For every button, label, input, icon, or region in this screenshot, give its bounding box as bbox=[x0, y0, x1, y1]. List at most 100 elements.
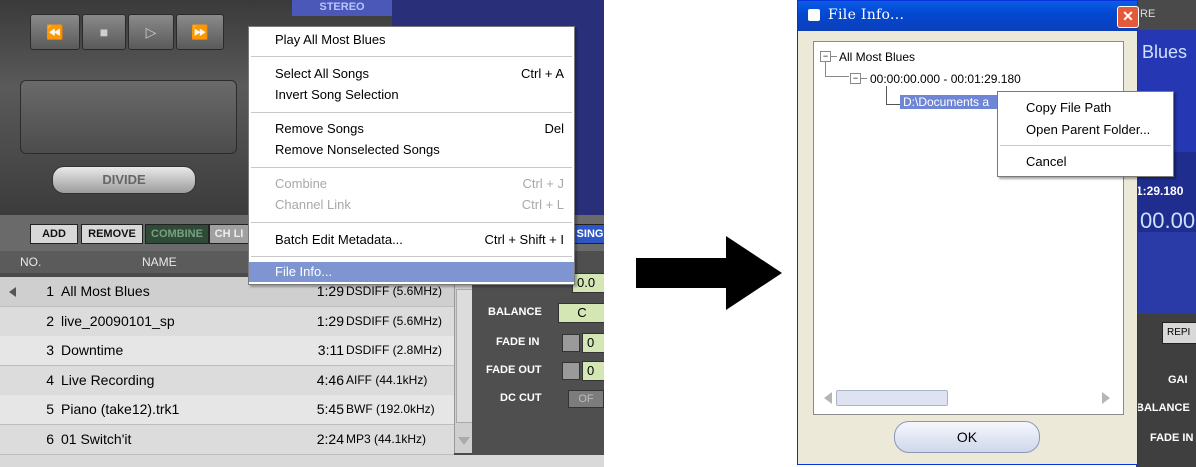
cell-no: 2 bbox=[46, 312, 54, 329]
bg-re-label: RE bbox=[1140, 8, 1156, 20]
hscroll-thumb[interactable] bbox=[836, 390, 948, 406]
status-bar bbox=[0, 455, 604, 467]
tree-path-label[interactable]: D:\Documents a bbox=[900, 95, 1006, 109]
app-icon bbox=[808, 9, 820, 21]
table-row[interactable]: 4 Live Recording 4:46 AIFF (44.1kHz) bbox=[0, 365, 454, 396]
menu-separator bbox=[251, 167, 572, 168]
cell-format: AIFF (44.1kHz) bbox=[346, 372, 428, 387]
menu-item-label: File Info... bbox=[275, 264, 333, 279]
cell-name: live_20090101_sp bbox=[61, 312, 175, 329]
table-row[interactable]: 3 Downtime 3:11 DSDIFF (2.8MHz) bbox=[0, 336, 454, 366]
fadeout-toggle[interactable] bbox=[562, 362, 580, 380]
balance-value[interactable]: C bbox=[558, 303, 604, 323]
combine-button[interactable]: COMBINE bbox=[145, 224, 209, 244]
scroll-right-icon[interactable] bbox=[1102, 392, 1110, 404]
background-player: RE Blues 1:29.180 00.00 REPI GAI BALANCE… bbox=[1136, 0, 1196, 467]
menu-copy-file-path[interactable]: Copy File Path bbox=[1026, 98, 1111, 118]
menu-combine[interactable]: Combine Ctrl + J bbox=[275, 174, 566, 194]
menu-remove-nonselected[interactable]: Remove Nonselected Songs bbox=[275, 140, 566, 160]
divide-button[interactable]: DIVIDE bbox=[52, 166, 196, 194]
cell-name: Piano (take12).trk1 bbox=[61, 401, 180, 417]
cell-name: Downtime bbox=[61, 342, 124, 358]
cell-no: 4 bbox=[46, 371, 54, 388]
menu-separator bbox=[251, 222, 572, 223]
add-button[interactable]: ADD bbox=[30, 224, 78, 244]
bg-title: Blues bbox=[1142, 42, 1188, 62]
playlist-scrollbar[interactable] bbox=[454, 273, 473, 453]
table-row[interactable]: 6 01 Switch'it 2:24 MP3 (44.1kHz) bbox=[0, 424, 454, 455]
file-info-dialog: File Info... ✕ − All Most Blues − 00:00:… bbox=[797, 0, 1139, 465]
menu-shortcut: Ctrl + J bbox=[522, 176, 564, 191]
cell-no: 1 bbox=[46, 283, 54, 299]
fast-forward-button[interactable]: ⏩ bbox=[176, 14, 224, 50]
channel-link-button[interactable]: CH LI bbox=[209, 224, 249, 244]
dccut-label: DC CUT bbox=[500, 392, 542, 404]
fadeout-value[interactable]: 0 bbox=[582, 361, 604, 381]
dccut-toggle[interactable]: OF bbox=[568, 390, 604, 408]
menu-shortcut: Ctrl + A bbox=[521, 66, 564, 81]
menu-play-all[interactable]: Play All Most Blues bbox=[275, 30, 566, 50]
dialog-titlebar[interactable]: File Info... ✕ bbox=[798, 1, 1139, 31]
cell-name: 01 Switch'it bbox=[61, 430, 132, 447]
menu-select-all[interactable]: Select All Songs Ctrl + A bbox=[275, 64, 566, 84]
menu-shortcut: Del bbox=[544, 121, 564, 136]
play-button[interactable]: ▷ bbox=[128, 14, 174, 50]
rewind-button[interactable]: ⏪ bbox=[30, 14, 80, 50]
menu-item-label: Channel Link bbox=[275, 197, 351, 212]
bg-time1: 1:29.180 bbox=[1136, 184, 1184, 198]
remove-button[interactable]: REMOVE bbox=[81, 224, 143, 244]
menu-remove-songs[interactable]: Remove Songs Del bbox=[275, 119, 566, 139]
right-arrow-icon bbox=[636, 236, 782, 310]
tree-root-label[interactable]: All Most Blues bbox=[839, 50, 915, 64]
player-window: ⏪ ■ ▷ ⏩ DIVIDE STEREO ADD REMOVE COMBINE… bbox=[0, 0, 604, 467]
fadein-value[interactable]: 0 bbox=[582, 333, 604, 353]
menu-separator bbox=[251, 112, 572, 113]
column-name: NAME bbox=[142, 255, 177, 269]
menu-separator bbox=[251, 56, 572, 57]
menu-invert-selection[interactable]: Invert Song Selection bbox=[275, 85, 566, 105]
cell-no: 6 bbox=[46, 430, 54, 447]
bg-repeat-button[interactable]: REPI bbox=[1162, 322, 1196, 344]
menu-item-label: Play All Most Blues bbox=[275, 32, 386, 47]
menu-item-label: Invert Song Selection bbox=[275, 87, 399, 102]
collapse-icon[interactable]: − bbox=[820, 51, 831, 62]
menu-open-parent-folder[interactable]: Open Parent Folder... bbox=[1026, 120, 1150, 140]
scroll-left-icon[interactable] bbox=[824, 392, 832, 404]
scroll-thumb[interactable] bbox=[456, 289, 473, 423]
menu-channel-link[interactable]: Channel Link Ctrl + L bbox=[275, 195, 566, 215]
cell-format: BWF (192.0kHz) bbox=[346, 402, 435, 416]
fadeout-label: FADE OUT bbox=[486, 364, 542, 376]
file-path-context-menu: Copy File Path Open Parent Folder... Can… bbox=[997, 91, 1174, 177]
tree-range-label[interactable]: 00:00:00.000 - 00:01:29.180 bbox=[870, 72, 1021, 86]
menu-cancel[interactable]: Cancel bbox=[1026, 152, 1066, 172]
table-row[interactable]: 5 Piano (take12).trk1 5:45 BWF (192.0kHz) bbox=[0, 395, 454, 425]
cell-time: 4:46 bbox=[316, 371, 344, 388]
menu-item-label: Remove Nonselected Songs bbox=[275, 142, 440, 157]
menu-item-label: Batch Edit Metadata... bbox=[275, 232, 403, 247]
cell-format: DSDIFF (2.8MHz) bbox=[346, 343, 442, 357]
menu-separator bbox=[1000, 145, 1171, 146]
cell-format: MP3 (44.1kHz) bbox=[346, 431, 427, 446]
menu-item-label: Remove Songs bbox=[275, 121, 364, 136]
fadein-label: FADE IN bbox=[496, 336, 540, 348]
single-button[interactable]: SING bbox=[574, 224, 604, 244]
close-icon[interactable]: ✕ bbox=[1117, 6, 1139, 28]
collapse-icon[interactable]: − bbox=[850, 73, 861, 84]
playlist-context-menu: Play All Most Blues Select All Songs Ctrl… bbox=[248, 26, 575, 285]
cell-no: 5 bbox=[46, 401, 54, 417]
menu-batch-edit[interactable]: Batch Edit Metadata... Ctrl + Shift + I bbox=[275, 230, 566, 250]
jog-wheel[interactable] bbox=[20, 80, 237, 154]
menu-item-label: Select All Songs bbox=[275, 66, 369, 81]
fadein-toggle[interactable] bbox=[562, 334, 580, 352]
table-row[interactable]: 2 live_20090101_sp 1:29 DSDIFF (5.6MHz) bbox=[0, 306, 454, 337]
cell-time: 1:29 bbox=[316, 312, 344, 329]
scroll-down-icon[interactable] bbox=[458, 437, 470, 445]
stereo-indicator: STEREO bbox=[292, 0, 392, 16]
cell-time: 3:11 bbox=[317, 342, 344, 358]
menu-file-info[interactable]: File Info... bbox=[249, 262, 574, 282]
top-value[interactable]: 0.0 bbox=[572, 273, 604, 293]
ok-button[interactable]: OK bbox=[894, 421, 1040, 453]
bg-fadein-label: FADE IN bbox=[1150, 432, 1194, 444]
stop-button[interactable]: ■ bbox=[82, 14, 126, 50]
tree-hscroll[interactable] bbox=[814, 386, 1121, 412]
